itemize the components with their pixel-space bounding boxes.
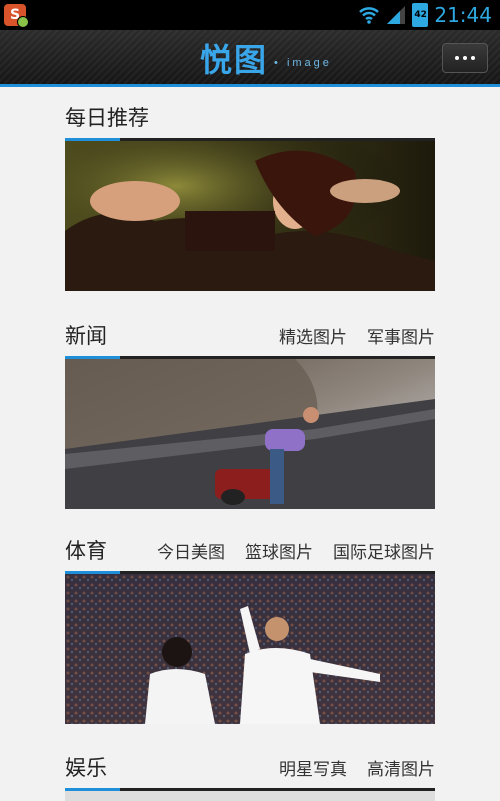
- daily-banner-image[interactable]: [65, 141, 435, 291]
- app-title: 悦图: [200, 41, 269, 79]
- app-subtitle: • image: [274, 57, 332, 69]
- subcategory-list: 明星写真 高清图片: [279, 755, 435, 780]
- section-header: 娱乐 明星写真 高清图片: [65, 748, 435, 788]
- section-title[interactable]: 体育: [65, 535, 107, 565]
- section-title[interactable]: 新闻: [65, 320, 107, 350]
- subcategory-link[interactable]: 国际足球图片: [333, 538, 435, 563]
- subcategory-link[interactable]: 高清图片: [367, 755, 435, 780]
- overflow-menu-button[interactable]: [442, 43, 488, 73]
- wifi-icon: [359, 7, 380, 24]
- s-app-notification-icon: S: [4, 4, 29, 28]
- section-title[interactable]: 每日推荐: [65, 102, 149, 132]
- sports-banner-image[interactable]: [65, 574, 435, 724]
- section-header: 每日推荐: [65, 98, 435, 138]
- app-bar: 悦图 • image: [0, 30, 500, 87]
- app-logo: 悦图 • image: [200, 36, 332, 80]
- section-title[interactable]: 娱乐: [65, 752, 107, 782]
- subcategory-link[interactable]: 篮球图片: [245, 538, 313, 563]
- section-news: 新闻 精选图片 军事图片: [65, 316, 435, 509]
- battery-level: 42: [414, 10, 427, 20]
- subcategory-list: 今日美图 篮球图片 国际足球图片: [157, 538, 435, 563]
- subcategory-link[interactable]: 精选图片: [279, 323, 347, 348]
- clock: 21:44: [434, 3, 492, 27]
- section-header: 体育 今日美图 篮球图片 国际足球图片: [65, 531, 435, 571]
- signal-icon: [387, 6, 406, 24]
- section-header: 新闻 精选图片 军事图片: [65, 316, 435, 356]
- section-entertainment: 娱乐 明星写真 高清图片: [65, 748, 435, 801]
- subcategory-link[interactable]: 明星写真: [279, 755, 347, 780]
- more-icon: [455, 56, 459, 60]
- subcategory-list: 精选图片 军事图片: [279, 323, 435, 348]
- app-subtitle-text: image: [286, 57, 332, 69]
- subcategory-link[interactable]: 今日美图: [157, 538, 225, 563]
- section-daily-recommend: 每日推荐: [65, 98, 435, 291]
- battery-icon: 42: [412, 3, 429, 27]
- section-sports: 体育 今日美图 篮球图片 国际足球图片: [65, 531, 435, 724]
- subcategory-link[interactable]: 军事图片: [367, 323, 435, 348]
- news-banner-image[interactable]: [65, 359, 435, 509]
- status-icons: 42 21:44: [358, 3, 492, 27]
- status-bar: S 42 21:44: [0, 0, 500, 30]
